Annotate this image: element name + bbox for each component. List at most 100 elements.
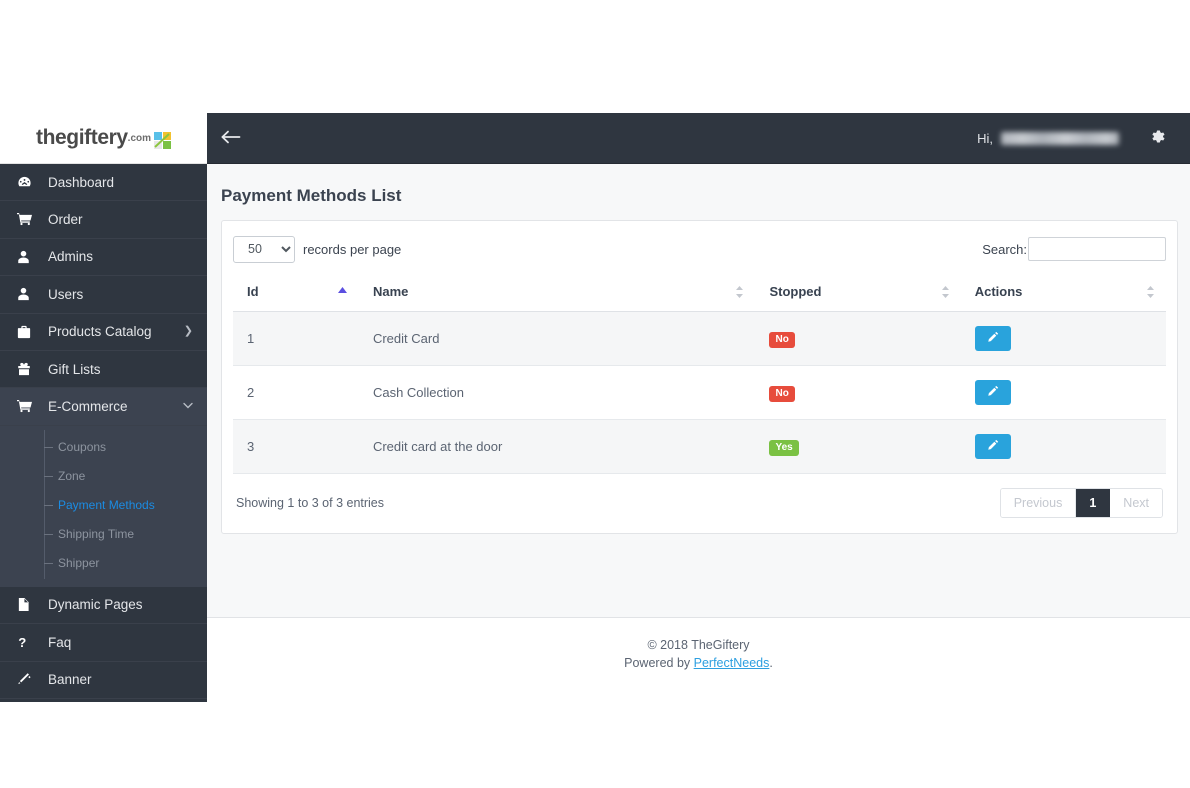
pagination-next[interactable]: Next bbox=[1110, 489, 1162, 517]
username-redacted bbox=[1001, 131, 1119, 145]
sidebar-item-products-catalog[interactable]: Products Catalog ❯ bbox=[0, 313, 207, 351]
sidebar-item-users[interactable]: Users bbox=[0, 276, 207, 314]
main-content: Payment Methods List 50 records per page… bbox=[207, 164, 1190, 618]
payment-methods-table: Id Name Stopped Actions 1 Credit Card No… bbox=[233, 274, 1166, 474]
pagination: Previous 1 Next bbox=[999, 488, 1163, 518]
sidebar-subitem-label: Shipping Time bbox=[58, 527, 135, 542]
sidebar-subitem-shipper[interactable]: Shipper bbox=[0, 549, 207, 578]
status-badge: No bbox=[769, 331, 795, 348]
sidebar-subitem-coupons[interactable]: Coupons bbox=[0, 433, 207, 462]
edit-pencil-icon bbox=[987, 331, 999, 346]
records-per-page-select[interactable]: 50 bbox=[233, 235, 295, 263]
column-header-label: Stopped bbox=[769, 284, 822, 299]
cart-icon bbox=[17, 399, 39, 414]
footer-powered-by: Powered by PerfectNeeds. bbox=[207, 654, 1190, 672]
gift-squares-logo-icon bbox=[154, 131, 172, 149]
sidebar-item-order[interactable]: Order bbox=[0, 201, 207, 239]
entries-info: Showing 1 to 3 of 3 entries bbox=[236, 496, 385, 510]
sidebar-item-faq[interactable]: ? Faq bbox=[0, 624, 207, 662]
sidebar-item-label: Banner bbox=[48, 672, 92, 688]
search-group: Search: bbox=[982, 237, 1166, 261]
tree-dash-icon bbox=[44, 475, 53, 477]
cell-actions bbox=[960, 311, 1166, 366]
pagination-page-1[interactable]: 1 bbox=[1076, 489, 1111, 517]
page-footer: © 2018 TheGiftery Powered by PerfectNeed… bbox=[207, 618, 1190, 702]
perfectneeds-link[interactable]: PerfectNeeds bbox=[694, 656, 770, 670]
sidebar-item-dashboard[interactable]: Dashboard bbox=[0, 164, 207, 202]
dashboard-icon bbox=[17, 175, 39, 190]
cell-name: Credit card at the door bbox=[358, 419, 756, 474]
column-header-name[interactable]: Name bbox=[358, 274, 756, 312]
edit-button[interactable] bbox=[974, 434, 1011, 459]
table-header: Id Name Stopped Actions bbox=[233, 274, 1166, 312]
cell-stopped: No bbox=[755, 365, 961, 420]
sidebar-item-label: Order bbox=[48, 212, 83, 228]
sidebar-item-banner[interactable]: Banner bbox=[0, 661, 207, 699]
tree-dash-icon bbox=[44, 446, 53, 448]
cell-name: Cash Collection bbox=[358, 365, 756, 420]
sidebar-submenu-e-commerce: Coupons Zone Payment Methods Shipping Ti… bbox=[0, 425, 207, 587]
sidebar-item-gift-lists[interactable]: Gift Lists bbox=[0, 350, 207, 389]
chevron-down-icon bbox=[183, 401, 193, 412]
sort-ascending-icon bbox=[337, 286, 347, 295]
tree-dash-icon bbox=[44, 504, 53, 506]
sidebar-item-label: Faq bbox=[48, 634, 72, 650]
sidebar-item-dynamic-pages[interactable]: Dynamic Pages bbox=[0, 586, 207, 625]
sort-both-icon bbox=[736, 286, 744, 300]
back-arrow-icon[interactable] bbox=[221, 129, 242, 148]
column-header-actions[interactable]: Actions bbox=[960, 274, 1166, 312]
footer-powered-prefix: Powered by bbox=[624, 656, 694, 670]
status-badge: Yes bbox=[769, 439, 799, 456]
column-header-stopped[interactable]: Stopped bbox=[755, 274, 961, 312]
column-header-label: Id bbox=[247, 284, 259, 299]
cell-id: 3 bbox=[233, 419, 359, 474]
sidebar-subitem-label: Zone bbox=[58, 469, 86, 484]
sidebar-subitem-zone[interactable]: Zone bbox=[0, 462, 207, 491]
user-icon bbox=[17, 287, 39, 301]
gift-icon bbox=[17, 362, 39, 376]
user-icon bbox=[17, 250, 39, 264]
page-title: Payment Methods List bbox=[221, 186, 402, 205]
brand-logo[interactable]: thegiftery .com bbox=[0, 113, 207, 164]
tree-dash-icon bbox=[44, 533, 53, 535]
footer-copyright: © 2018 TheGiftery bbox=[647, 638, 750, 652]
chevron-right-icon: ❯ bbox=[183, 325, 193, 338]
edit-button[interactable] bbox=[974, 380, 1011, 405]
table-controls: 50 records per page Search: bbox=[233, 234, 1166, 264]
edit-button[interactable] bbox=[974, 326, 1011, 351]
cell-id: 1 bbox=[233, 311, 359, 366]
status-badge: No bbox=[769, 385, 795, 402]
per-page-group: 50 records per page bbox=[233, 235, 401, 263]
svg-text:?: ? bbox=[18, 635, 26, 650]
sidebar-subitem-shipping-time[interactable]: Shipping Time bbox=[0, 520, 207, 549]
topbar-right-group: Hi, bbox=[977, 124, 1190, 153]
sidebar-item-label: Products Catalog bbox=[48, 324, 152, 340]
table-header-row: Id Name Stopped Actions bbox=[233, 274, 1166, 312]
sidebar-subitem-payment-methods[interactable]: Payment Methods bbox=[0, 491, 207, 520]
gear-icon[interactable] bbox=[1145, 124, 1170, 153]
table-row[interactable]: 1 Credit Card No bbox=[233, 311, 1166, 366]
brand-name: thegiftery bbox=[35, 126, 128, 149]
cell-actions bbox=[960, 365, 1166, 420]
sidebar-subitem-label: Shipper bbox=[58, 556, 100, 571]
column-header-label: Name bbox=[372, 284, 409, 299]
sort-both-icon bbox=[941, 286, 949, 300]
table-row[interactable]: 2 Cash Collection No bbox=[233, 365, 1166, 420]
sidebar-item-e-commerce[interactable]: E-Commerce bbox=[0, 388, 207, 426]
column-header-id[interactable]: Id bbox=[233, 274, 359, 312]
tree-dash-icon bbox=[44, 562, 53, 564]
pagination-previous[interactable]: Previous bbox=[1000, 489, 1077, 517]
search-input[interactable] bbox=[1028, 237, 1166, 261]
cell-stopped: No bbox=[755, 311, 961, 366]
sidebar-item-label: Gift Lists bbox=[48, 361, 101, 377]
sort-both-icon bbox=[1147, 286, 1154, 300]
footer-powered-suffix: . bbox=[769, 656, 773, 670]
admin-app: thegiftery .com Dashboard Order Admins U… bbox=[0, 113, 1190, 702]
sidebar-item-admins[interactable]: Admins bbox=[0, 238, 207, 277]
cell-actions bbox=[960, 419, 1166, 474]
question-mark-icon: ? bbox=[17, 635, 39, 650]
cell-name: Credit Card bbox=[358, 311, 756, 366]
sidebar-item-label: E-Commerce bbox=[48, 399, 128, 415]
sidebar-subitem-label: Payment Methods bbox=[58, 498, 155, 513]
table-row[interactable]: 3 Credit card at the door Yes bbox=[233, 419, 1166, 474]
